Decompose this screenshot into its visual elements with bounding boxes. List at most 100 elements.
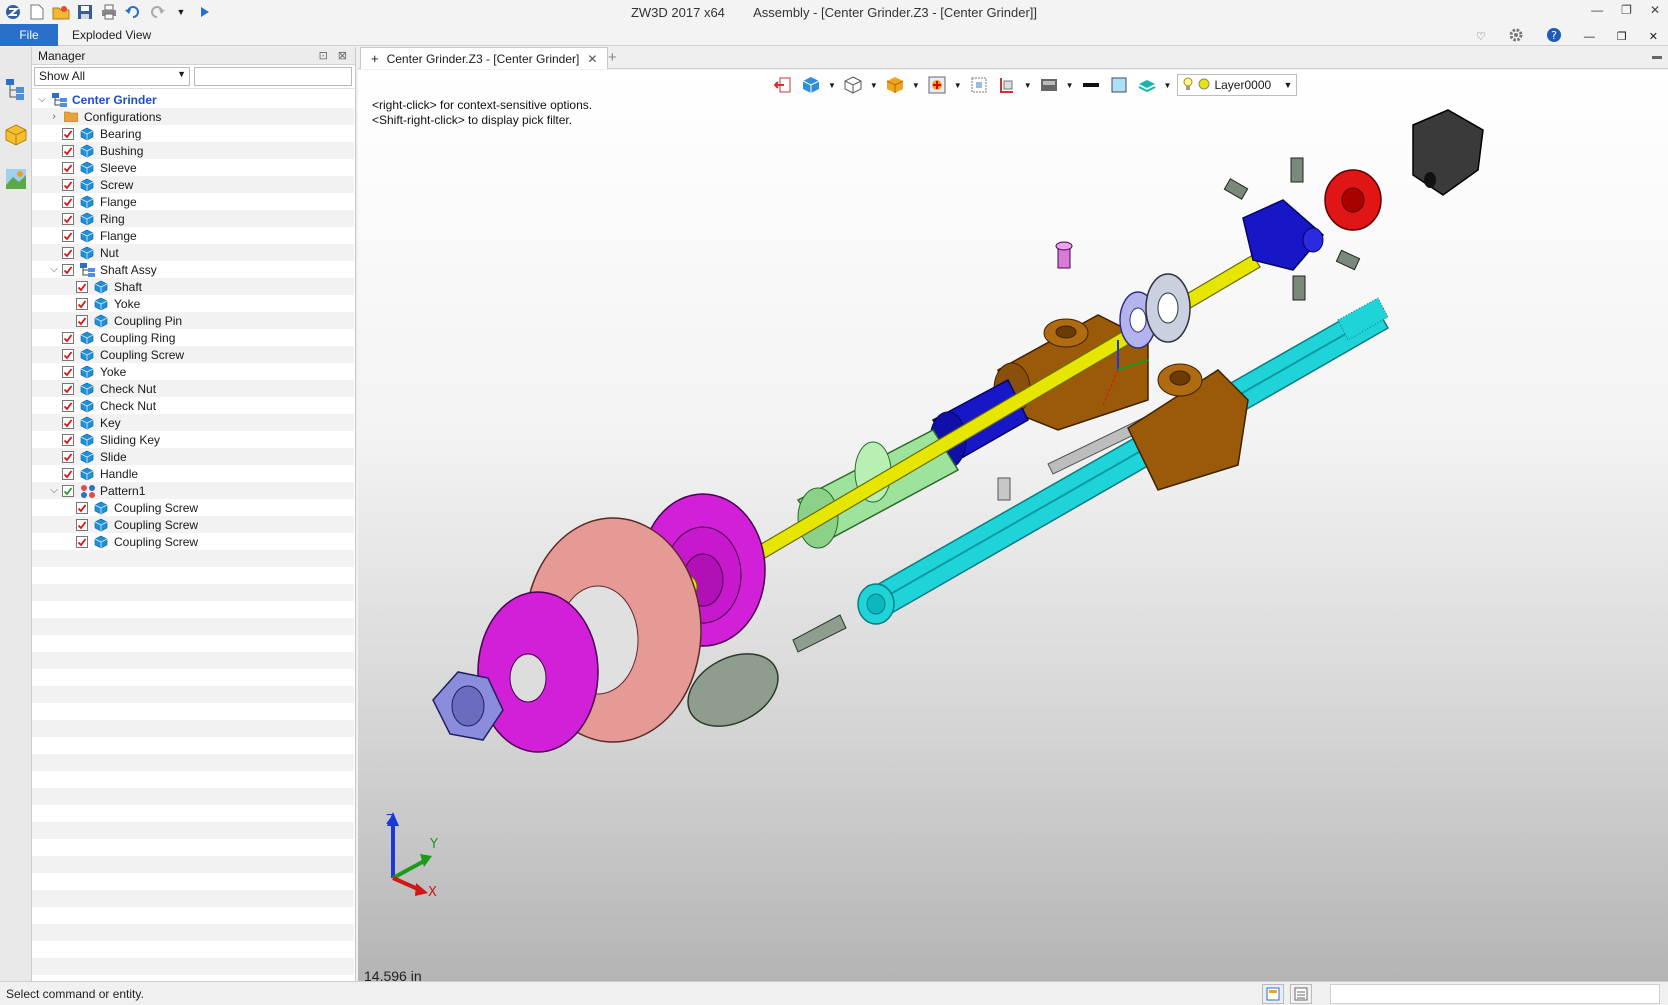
tree-item[interactable]: Sleeve (32, 159, 354, 176)
expand-chevron-icon[interactable]: › (48, 111, 60, 123)
tree-item[interactable]: Flange (32, 193, 354, 210)
help-icon[interactable]: ? (1546, 27, 1562, 46)
minimize-icon[interactable]: — (1591, 3, 1603, 17)
visibility-checkbox[interactable] (62, 195, 74, 208)
visibility-checkbox[interactable] (76, 297, 88, 310)
tree-item[interactable]: Bushing (32, 142, 354, 159)
add-tab-icon[interactable]: + (608, 49, 617, 66)
doc-minimize-icon[interactable]: — (1584, 31, 1595, 43)
tree-item[interactable]: Shaft (32, 278, 354, 295)
tree-root-label: Center Grinder (72, 92, 157, 107)
collapse-chevron-icon[interactable]: ⌵ (48, 485, 60, 497)
tree-item-label: Yoke (100, 364, 127, 379)
tree-item[interactable]: Check Nut (32, 380, 354, 397)
part-library-icon[interactable] (4, 123, 28, 147)
settings-gear-icon[interactable] (1508, 27, 1524, 46)
tree-item-label: Coupling Ring (100, 330, 176, 345)
part-icon (80, 229, 94, 243)
tree-item[interactable]: Coupling Screw (32, 499, 354, 516)
tree-item[interactable]: Bearing (32, 125, 354, 142)
tree-item[interactable]: Slide (32, 448, 354, 465)
collapse-chevron-icon[interactable]: ⌵ (48, 264, 60, 276)
tree-item[interactable]: ⌵ Pattern1 (32, 482, 354, 499)
key-part[interactable] (997, 477, 1011, 501)
visibility-checkbox[interactable] (62, 144, 74, 157)
tree-item[interactable]: Flange (32, 227, 354, 244)
file-menu-button[interactable]: File (0, 24, 58, 46)
restore-icon[interactable]: ❐ (1621, 3, 1632, 17)
tree-item[interactable]: Key (32, 414, 354, 431)
tree-item[interactable]: Coupling Screw (32, 346, 354, 363)
red-coupling-ring-part[interactable] (1324, 169, 1382, 231)
visibility-checkbox[interactable] (62, 399, 74, 412)
doc-close-icon[interactable]: ✕ (1649, 30, 1658, 43)
assembly-manager-icon[interactable] (4, 77, 28, 101)
visibility-checkbox[interactable] (62, 212, 74, 225)
view-manager-icon[interactable] (4, 167, 28, 191)
panel-close-icon[interactable]: ⊠ (338, 49, 347, 62)
panel-pin-icon[interactable]: ⊡ (319, 49, 328, 62)
visibility-checkbox[interactable] (62, 127, 74, 140)
flange-part-front[interactable] (477, 591, 599, 753)
tree-item[interactable]: Coupling Ring (32, 329, 354, 346)
doc-restore-icon[interactable]: ❐ (1617, 30, 1627, 43)
pin-icon[interactable]: + (371, 51, 379, 66)
check-nut-part[interactable] (1119, 273, 1191, 349)
tree-item[interactable]: Coupling Pin (32, 312, 354, 329)
toggle-list-icon[interactable] (1290, 984, 1312, 1004)
graphics-viewport[interactable]: ▼ ▼ ▼ ▼ ▼ ▼ ▼ Layer0000 ▼ <right-click> … (358, 70, 1668, 981)
tree-item[interactable]: Sliding Key (32, 431, 354, 448)
visibility-checkbox[interactable] (62, 246, 74, 259)
exploded-assembly-model[interactable]: Z Y X (358, 70, 1668, 981)
visibility-checkbox[interactable] (62, 450, 74, 463)
visibility-checkbox[interactable] (62, 161, 74, 174)
visibility-checkbox[interactable] (76, 501, 88, 514)
tab-overflow-icon[interactable]: ▬ (1652, 51, 1662, 62)
close-icon[interactable]: ✕ (1650, 3, 1660, 17)
manager-search-input[interactable] (194, 67, 352, 86)
tree-item-label: Sleeve (100, 160, 137, 175)
visibility-checkbox[interactable] (62, 484, 74, 497)
collapse-chevron-icon[interactable]: ⌵ (36, 94, 48, 106)
ribbon-collapse-icon[interactable]: ♡ (1476, 30, 1486, 43)
tab-close-icon[interactable]: ✕ (587, 52, 597, 66)
visibility-checkbox[interactable] (62, 433, 74, 446)
visibility-checkbox[interactable] (62, 331, 74, 344)
visibility-checkbox[interactable] (62, 416, 74, 429)
tree-item[interactable]: Nut (32, 244, 354, 261)
tree-item[interactable]: Yoke (32, 295, 354, 312)
tree-item[interactable]: Handle (32, 465, 354, 482)
visibility-checkbox[interactable] (76, 280, 88, 293)
visibility-checkbox[interactable] (76, 535, 88, 548)
visibility-checkbox[interactable] (62, 467, 74, 480)
visibility-checkbox[interactable] (76, 314, 88, 327)
tree-item[interactable]: Coupling Screw (32, 533, 354, 550)
tree-item[interactable]: ⌵ Shaft Assy (32, 261, 354, 278)
visibility-checkbox[interactable] (62, 348, 74, 361)
visibility-checkbox[interactable] (62, 178, 74, 191)
tree-item[interactable]: Ring (32, 210, 354, 227)
toggle-input-icon[interactable] (1262, 984, 1284, 1004)
tree-root[interactable]: ⌵ Center Grinder (32, 91, 354, 108)
part-icon (80, 178, 94, 192)
coupling-pin-part[interactable] (1055, 241, 1073, 269)
visibility-checkbox[interactable] (62, 263, 74, 276)
visibility-checkbox[interactable] (62, 229, 74, 242)
visibility-checkbox[interactable] (76, 518, 88, 531)
black-yoke-part[interactable] (1412, 109, 1484, 196)
tree-item[interactable]: Coupling Screw (32, 516, 354, 533)
folder-icon (63, 110, 79, 124)
tree-item[interactable]: Check Nut (32, 397, 354, 414)
exploded-view-tab[interactable]: Exploded View (72, 28, 151, 42)
tree-configurations[interactable]: › Configurations (32, 108, 354, 125)
visibility-checkbox[interactable] (62, 365, 74, 378)
part-icon (80, 382, 94, 396)
tree-item[interactable]: Yoke (32, 363, 354, 380)
document-tab-bar: + Center Grinder.Z3 - [Center Grinder] ✕… (358, 47, 1668, 69)
tab-center-grinder[interactable]: + Center Grinder.Z3 - [Center Grinder] ✕ (360, 47, 609, 69)
visibility-checkbox[interactable] (62, 382, 74, 395)
tree-item[interactable]: Screw (32, 176, 354, 193)
show-filter-dropdown[interactable]: Show All ▼ (34, 67, 190, 86)
command-input-field[interactable] (1330, 984, 1660, 1004)
yoke-part[interactable] (1242, 199, 1325, 271)
